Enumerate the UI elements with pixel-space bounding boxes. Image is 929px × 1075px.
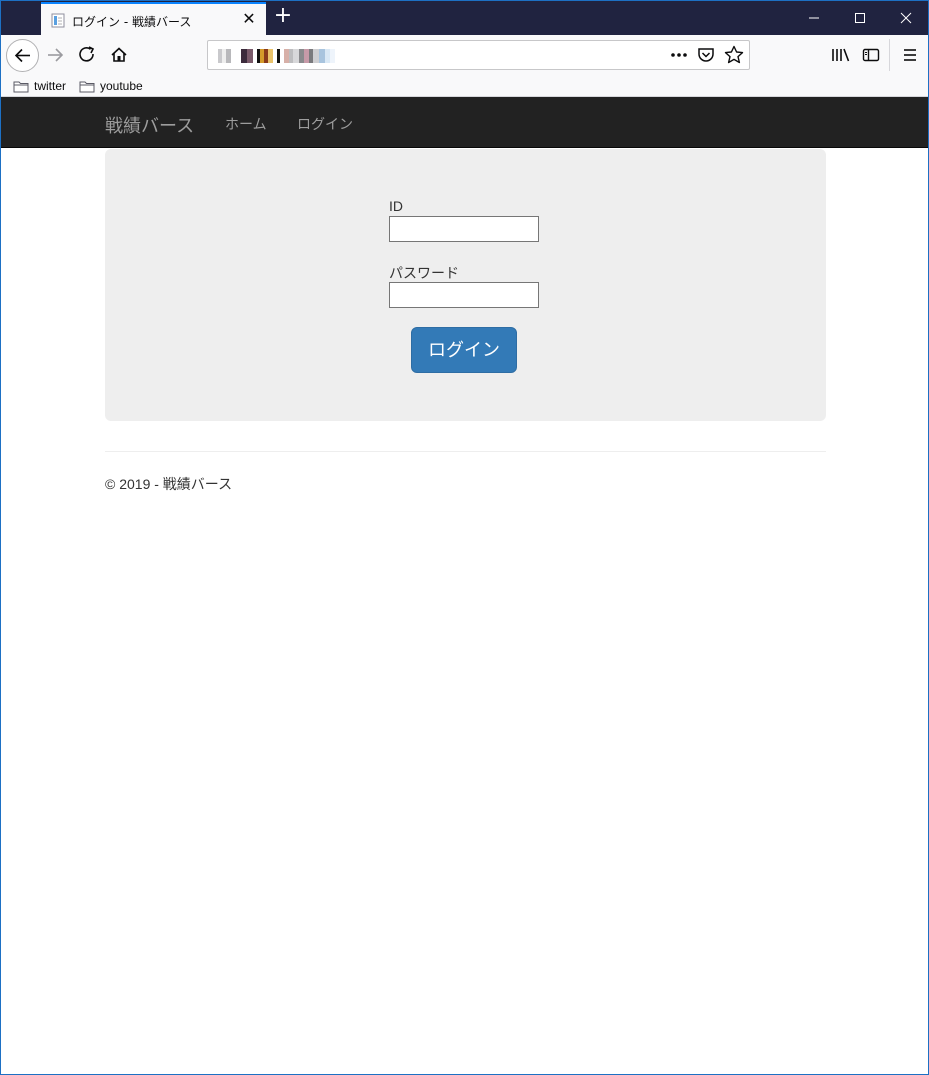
- bookmark-label: youtube: [100, 79, 143, 93]
- close-icon: [900, 12, 912, 24]
- site-brand-link[interactable]: 戦績バース: [105, 112, 194, 138]
- tab-close-icon[interactable]: ✕: [240, 10, 258, 28]
- menu-button[interactable]: [894, 39, 926, 71]
- footer-divider: [105, 451, 826, 452]
- folder-icon: [79, 81, 95, 93]
- reload-icon: [79, 46, 95, 62]
- login-button[interactable]: ログイン: [411, 327, 517, 373]
- close-window-button[interactable]: [883, 1, 928, 34]
- tab-title: ログイン - 戦績バース: [72, 15, 192, 29]
- maximize-icon: [855, 13, 865, 23]
- sidebar-icon: [862, 48, 880, 62]
- obscured-url: [218, 49, 386, 63]
- nav-link-login[interactable]: ログイン: [297, 114, 353, 134]
- bookmark-label: twitter: [34, 79, 67, 93]
- address-bar[interactable]: [207, 40, 750, 70]
- id-label: ID: [389, 198, 403, 214]
- login-panel: ID パスワード ログイン: [105, 149, 826, 421]
- hamburger-menu-icon: [904, 49, 916, 61]
- arrow-right-icon: [48, 48, 64, 62]
- arrow-left-icon: [14, 48, 30, 63]
- star-icon: [724, 45, 744, 64]
- pocket-icon: [698, 48, 714, 62]
- maximize-button[interactable]: [837, 1, 883, 34]
- bookmark-folder-twitter[interactable]: twitter: [13, 77, 66, 95]
- pocket-button[interactable]: [695, 44, 717, 66]
- page-actions-button[interactable]: [668, 44, 690, 66]
- bookmark-star-button[interactable]: [723, 44, 745, 66]
- id-input[interactable]: [389, 216, 539, 242]
- sidebar-toggle-button[interactable]: [855, 39, 887, 71]
- library-button[interactable]: [825, 39, 857, 71]
- folder-icon: [13, 81, 29, 93]
- page-content: 戦績バース ホーム ログイン ID パスワード ログイン © 2019 - 戦績…: [1, 97, 928, 1074]
- reload-button[interactable]: [71, 39, 103, 71]
- bookmarks-toolbar: twitter youtube: [1, 75, 928, 97]
- new-tab-button[interactable]: +: [271, 5, 295, 29]
- home-button[interactable]: [103, 39, 135, 71]
- password-label: パスワード: [389, 265, 459, 281]
- back-button[interactable]: [6, 39, 39, 72]
- browser-toolbar: [1, 35, 928, 75]
- nav-link-home[interactable]: ホーム: [225, 114, 267, 134]
- tab-bar: ログイン - 戦績バース ✕ +: [1, 1, 928, 35]
- password-input[interactable]: [389, 282, 539, 308]
- site-navbar: 戦績バース ホーム ログイン: [1, 97, 928, 148]
- browser-tab[interactable]: ログイン - 戦績バース ✕: [41, 2, 266, 35]
- bookmark-folder-youtube[interactable]: youtube: [79, 77, 143, 95]
- forward-button[interactable]: [39, 39, 71, 71]
- library-icon: [832, 48, 850, 62]
- home-icon: [111, 47, 127, 62]
- toolbar-separator: [889, 39, 890, 71]
- footer-copyright: © 2019 - 戦績バース: [105, 476, 233, 492]
- more-dots-icon: [671, 53, 687, 57]
- page-icon: [51, 13, 65, 28]
- minimize-button[interactable]: [791, 1, 837, 34]
- minimize-icon: [809, 17, 819, 19]
- browser-window: ログイン - 戦績バース ✕ + twitter youtube 戦績バース ホ…: [0, 0, 929, 1075]
